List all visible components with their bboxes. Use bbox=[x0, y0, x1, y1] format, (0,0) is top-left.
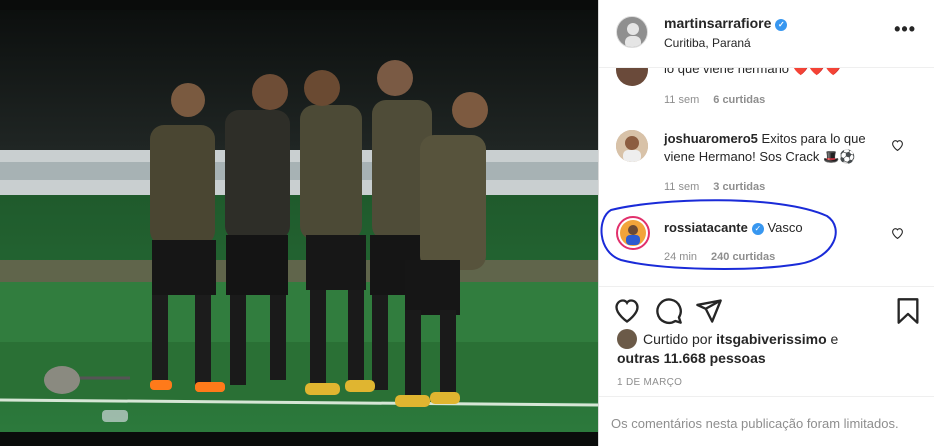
comment-likes[interactable]: 240 curtidas bbox=[711, 251, 775, 263]
comment-text: Vasco bbox=[767, 220, 803, 235]
comments-limited-notice: Os comentários nesta publicação foram li… bbox=[599, 396, 934, 447]
comment-meta: 24 min 240 curtidas bbox=[664, 251, 775, 263]
comment-meta: 11 sem 3 curtidas bbox=[664, 181, 765, 193]
commenter-username[interactable]: rossiatacante bbox=[664, 220, 748, 235]
post-actions: Curtido por itsgabiverissimo e outras 11… bbox=[599, 286, 934, 407]
comment-likes[interactable]: 3 curtidas bbox=[713, 181, 765, 193]
author-avatar[interactable] bbox=[616, 16, 648, 48]
comment-icon[interactable] bbox=[655, 297, 683, 325]
comment-likes[interactable]: 6 curtidas bbox=[713, 94, 765, 106]
liked-by: Curtido por itsgabiverissimo e outras 11… bbox=[617, 329, 838, 367]
comment-like-heart-icon[interactable] bbox=[891, 139, 904, 154]
liker-username[interactable]: itsgabiverissimo bbox=[716, 331, 827, 347]
post-image[interactable] bbox=[0, 0, 598, 446]
comments-limited-text: Os comentários nesta publicação foram li… bbox=[611, 416, 899, 431]
comment-like-heart-icon[interactable] bbox=[891, 227, 904, 242]
author-username[interactable]: martinsarrafiore bbox=[664, 15, 771, 31]
verified-badge-icon: ✓ bbox=[775, 19, 788, 31]
heart-icon[interactable] bbox=[613, 297, 641, 325]
more-options-icon[interactable]: ••• bbox=[894, 20, 916, 38]
author-username-row: martinsarrafiore ✓ bbox=[664, 15, 788, 31]
bookmark-icon[interactable] bbox=[894, 297, 922, 325]
liker-avatar[interactable] bbox=[617, 329, 637, 349]
liked-by-prefix: Curtido por bbox=[643, 331, 713, 347]
comment-meta: 11 sem 6 curtidas bbox=[664, 94, 765, 106]
post-image-graphic bbox=[0, 0, 598, 446]
comment-body: joshuaromero5 Exitos para lo que viene H… bbox=[664, 130, 889, 166]
comment-time[interactable]: 11 sem bbox=[664, 181, 699, 193]
commenter-username[interactable]: joshuaromero5 bbox=[664, 131, 758, 146]
liked-by-others[interactable]: outras 11.668 pessoas bbox=[617, 350, 766, 366]
commenter-avatar[interactable] bbox=[616, 130, 648, 162]
post-date[interactable]: 1 DE MARÇO bbox=[617, 377, 682, 388]
liked-by-connector: e bbox=[830, 331, 839, 347]
comment-time[interactable]: 11 sem bbox=[664, 94, 699, 106]
commenter-avatar[interactable] bbox=[616, 68, 648, 86]
commenter-avatar[interactable] bbox=[616, 216, 650, 250]
verified-badge-icon: ✓ bbox=[751, 223, 764, 235]
post-side-panel: martinsarrafiore ✓ Curitiba, Paraná ••• l… bbox=[598, 0, 934, 446]
comment-text: lo que viene hermano ❤️❤️❤️ bbox=[664, 68, 842, 76]
comment-body: rossiatacante ✓ Vasco bbox=[664, 219, 889, 237]
comments-list: lo que viene hermano ❤️❤️❤️ 11 sem 6 curt… bbox=[599, 68, 934, 286]
share-icon[interactable] bbox=[695, 297, 723, 325]
author-location[interactable]: Curitiba, Paraná bbox=[664, 36, 751, 50]
post-header: martinsarrafiore ✓ Curitiba, Paraná ••• bbox=[599, 0, 934, 68]
comment-time[interactable]: 24 min bbox=[664, 251, 697, 263]
